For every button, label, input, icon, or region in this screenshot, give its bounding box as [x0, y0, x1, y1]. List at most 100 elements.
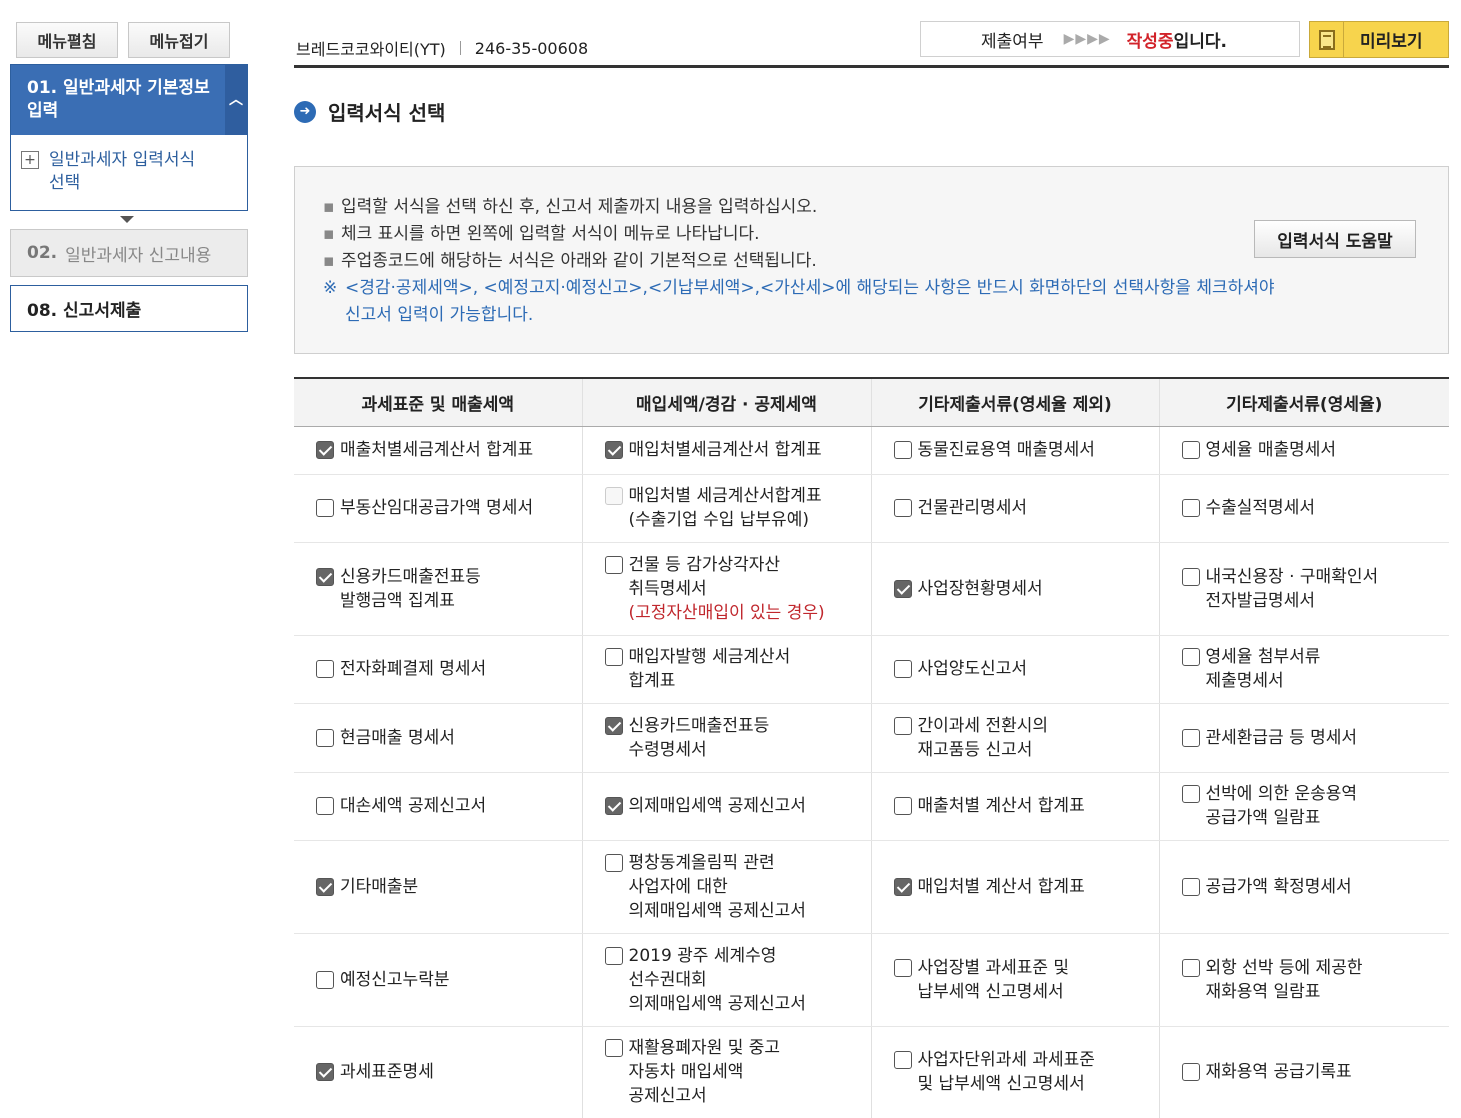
form-option[interactable]: 매출처별세금계산서 합계표	[316, 438, 582, 462]
company-name: 브레드코코와이티(YT)	[296, 40, 446, 59]
checkbox[interactable]	[893, 797, 912, 815]
sidebar-step-1-title: 01. 일반과세자 기본정보 입력	[27, 78, 210, 121]
form-option[interactable]: 매입자발행 세금계산서 합계표	[604, 645, 871, 693]
plus-icon[interactable]: +	[21, 151, 39, 169]
checkbox[interactable]	[604, 797, 623, 815]
form-option[interactable]: 사업자단위과세 과세표준 및 납부세액 신고명세서	[893, 1048, 1159, 1096]
menu-collapse-button[interactable]: 메뉴접기	[128, 22, 230, 58]
checkbox[interactable]	[893, 877, 912, 896]
checkbox[interactable]	[893, 579, 912, 598]
checkbox[interactable]	[316, 567, 334, 586]
form-option[interactable]: 신용카드매출전표등 발행금액 집계표	[316, 565, 582, 613]
form-option[interactable]: 재화용역 공급기록표	[1181, 1060, 1450, 1084]
form-option-label: 부동산임대공급가액 명세서	[340, 498, 534, 518]
checkbox[interactable]	[1181, 1063, 1200, 1081]
checkbox[interactable]	[1181, 499, 1200, 517]
checkbox[interactable]	[316, 797, 334, 815]
checkbox[interactable]	[1181, 441, 1200, 459]
form-option[interactable]: 예정신고누락분	[316, 968, 582, 992]
checkbox[interactable]	[316, 970, 334, 989]
table-cell: 건물관리명세서	[870, 474, 1159, 543]
form-option[interactable]: 의제매입세액 공제신고서	[604, 794, 871, 818]
checkbox[interactable]	[893, 499, 912, 517]
form-option-label-wrap: 공급가액 확정명세서	[1206, 875, 1352, 899]
form-option[interactable]: 기타매출분	[316, 875, 582, 899]
column-header: 기타제출서류(영세율)	[1158, 377, 1449, 427]
checkbox[interactable]	[316, 441, 334, 459]
checkbox[interactable]	[1181, 648, 1200, 666]
form-option[interactable]: 외항 선박 등에 제공한 재화용역 일람표	[1181, 956, 1450, 1004]
checkbox[interactable]	[1181, 567, 1200, 586]
form-option-label: 신용카드매출전표등 발행금액 집계표	[340, 566, 481, 611]
sidebar-step-2[interactable]: 02. 일반과세자 신고내용	[10, 229, 248, 277]
checkbox[interactable]	[893, 958, 912, 977]
form-option-label-wrap: 내국신용장 · 구매확인서 전자발급명세서	[1206, 565, 1379, 613]
checkbox[interactable]	[604, 648, 623, 666]
form-option[interactable]: 현금매출 명세서	[316, 726, 582, 750]
form-option[interactable]: 공급가액 확정명세서	[1181, 875, 1450, 899]
form-option[interactable]: 건물관리명세서	[893, 496, 1159, 520]
checkbox[interactable]	[604, 441, 623, 459]
checkbox[interactable]	[316, 660, 334, 678]
form-option[interactable]: 재활용폐자원 및 중고 자동차 매입세액 공제신고서	[604, 1036, 871, 1108]
checkbox[interactable]	[316, 728, 334, 747]
form-option[interactable]: 사업양도신고서	[893, 657, 1159, 681]
checkbox[interactable]	[316, 1063, 334, 1081]
form-option[interactable]: 대손세액 공제신고서	[316, 794, 582, 818]
table-row: 신용카드매출전표등 발행금액 집계표 건물 등 감가상각자산 취득명세서 (고정자산…	[294, 542, 1450, 636]
form-option[interactable]: 매입처별 계산서 합계표	[893, 875, 1159, 899]
checkbox[interactable]	[893, 716, 912, 735]
form-help-button[interactable]: 입력서식 도움말	[1254, 220, 1416, 258]
form-option[interactable]: 전자화폐결제 명세서	[316, 657, 582, 681]
form-option-label-wrap: 사업장별 과세표준 및 납부세액 신고명세서	[918, 956, 1070, 1004]
checkbox[interactable]	[893, 1051, 912, 1069]
form-option[interactable]: 사업장현황명세서	[893, 577, 1159, 601]
form-option[interactable]: 부동산임대공급가액 명세서	[316, 496, 582, 520]
form-option[interactable]: 매입처별세금계산서 합계표	[604, 438, 871, 462]
form-option[interactable]: 2019 광주 세계수영 선수권대회 의제매입세액 공제신고서	[604, 944, 871, 1016]
form-option[interactable]: 신용카드매출전표등 수령명세서	[604, 714, 871, 762]
form-option[interactable]: 영세율 첨부서류 제출명세서	[1181, 645, 1450, 693]
sidebar-step-1-header[interactable]: 01. 일반과세자 기본정보 입력 ︿	[11, 65, 247, 135]
form-option[interactable]: 매출처별 계산서 합계표	[893, 794, 1159, 818]
sidebar-step-3[interactable]: 08. 신고서제출	[10, 285, 248, 332]
form-option[interactable]: 사업장별 과세표준 및 납부세액 신고명세서	[893, 956, 1159, 1004]
form-option[interactable]: 동물진료용역 매출명세서	[893, 438, 1159, 462]
form-option[interactable]: 영세율 매출명세서	[1181, 438, 1450, 462]
form-option[interactable]: 건물 등 감가상각자산 취득명세서 (고정자산매입이 있는 경우)	[604, 553, 871, 625]
checkbox[interactable]	[1181, 785, 1200, 803]
form-option[interactable]: 과세표준명세	[316, 1060, 582, 1084]
checkbox[interactable]	[316, 877, 334, 896]
checkbox[interactable]	[1181, 958, 1200, 977]
checkbox[interactable]	[604, 555, 623, 574]
chevron-up-icon[interactable]: ︿	[225, 65, 247, 135]
table-row: 부동산임대공급가액 명세서 매입처별 세금계산서합계표 (수출기업 수입 납부유예…	[294, 474, 1450, 543]
form-option-label-wrap: 매입처별 세금계산서합계표 (수출기업 수입 납부유예)	[629, 484, 822, 532]
form-option[interactable]: 수출실적명세서	[1181, 496, 1450, 520]
checkbox[interactable]	[316, 499, 334, 517]
checkbox[interactable]	[1181, 728, 1200, 747]
checkbox[interactable]	[604, 716, 623, 735]
form-option-label-wrap: 부동산임대공급가액 명세서	[340, 496, 533, 520]
form-option[interactable]: 관세환급금 등 명세서	[1181, 726, 1450, 750]
form-option[interactable]: 내국신용장 · 구매확인서 전자발급명세서	[1181, 565, 1450, 613]
checkbox[interactable]	[604, 1039, 623, 1057]
checkbox[interactable]	[893, 660, 912, 678]
form-option-label-wrap: 동물진료용역 매출명세서	[918, 438, 1095, 462]
sidebar-item-input-form-select[interactable]: + 일반과세자 입력서식 선택	[11, 135, 247, 210]
sidebar-step-2-title: 일반과세자 신고내용	[65, 245, 212, 266]
table-header-row: 과세표준 및 매출세액 매입세액/경감 · 공제세액 기타제출서류(영세율 제외…	[294, 377, 1449, 427]
table-cell: 매입처별 세금계산서합계표 (수출기업 수입 납부유예)	[581, 474, 871, 543]
checkbox[interactable]	[604, 853, 623, 872]
form-option-label: 평창동계올림픽 관련 사업자에 대한 의제매입세액 공제신고서	[628, 852, 806, 921]
table-cell: 외항 선박 등에 제공한 재화용역 일람표	[1158, 933, 1450, 1027]
preview-button[interactable]: 미리보기	[1309, 21, 1449, 58]
form-option[interactable]: 평창동계올림픽 관련 사업자에 대한 의제매입세액 공제신고서	[604, 851, 871, 923]
form-option[interactable]: 선박에 의한 운송용역 공급가액 일람표	[1181, 782, 1450, 830]
section-title: ➜ 입력서식 선택	[294, 97, 445, 126]
form-option[interactable]: 간이과세 전환시의 재고품등 신고서	[893, 714, 1159, 762]
checkbox[interactable]	[1181, 877, 1200, 896]
checkbox[interactable]	[604, 946, 623, 965]
checkbox[interactable]	[893, 441, 912, 459]
menu-expand-button[interactable]: 메뉴펼침	[16, 22, 118, 58]
